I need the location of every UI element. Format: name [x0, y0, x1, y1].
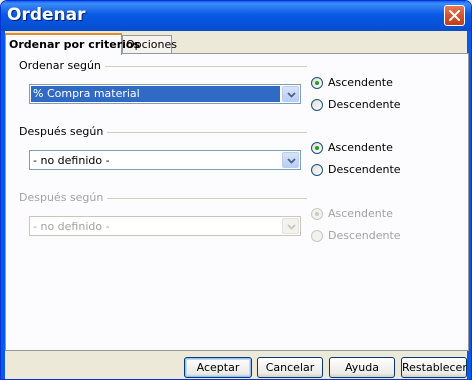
chevron-down-icon — [287, 224, 296, 230]
tab-panel-criteria: Ordenar según % Compra material Ascenden… — [5, 53, 469, 351]
button-label: Ayuda — [345, 361, 379, 374]
radio-label: Ascendente — [328, 76, 393, 89]
radio-circle — [311, 99, 323, 111]
sort-key-1-dropdown[interactable]: % Compra material — [29, 84, 301, 104]
cancel-button[interactable]: Cancelar — [257, 357, 323, 378]
button-label: Cancelar — [265, 361, 315, 374]
button-label: Aceptar — [196, 361, 240, 374]
button-label: Restablecer — [402, 361, 467, 374]
sort-key-2-dropdown[interactable]: - no definido - — [29, 150, 301, 170]
accept-button[interactable]: Aceptar — [184, 357, 252, 378]
sort-dialog: Ordenar Ordenar por criterios Opciones O… — [0, 0, 472, 380]
chevron-down-icon — [287, 92, 296, 98]
radio-label: Ascendente — [328, 141, 393, 154]
section-label-then-by-disabled: Después según — [19, 191, 108, 204]
radio-label: Descendente — [328, 163, 401, 176]
title-bar[interactable]: Ordenar — [1, 1, 471, 31]
reset-button[interactable]: Restablecer — [401, 357, 467, 378]
dropdown-value: - no definido - — [33, 154, 110, 167]
chevron-down-icon — [287, 158, 296, 164]
tab-label: Ordenar por criterios — [9, 38, 141, 51]
radio-label: Descendente — [328, 229, 401, 242]
radio-label: Ascendente — [328, 207, 393, 220]
dropdown-value: % Compra material — [31, 86, 280, 102]
radio-circle — [311, 208, 323, 220]
close-icon — [449, 10, 460, 21]
dropdown-value: - no definido - — [33, 220, 110, 233]
section-label-then-by: Después según — [19, 125, 108, 138]
window-title: Ordenar — [7, 5, 86, 25]
dropdown-arrow[interactable] — [282, 86, 299, 102]
radio-circle — [311, 77, 323, 89]
dropdown-arrow — [282, 218, 299, 234]
radio-circle — [311, 142, 323, 154]
section-label-sort-by: Ordenar según — [19, 59, 105, 72]
tab-ordenar-por-criterios[interactable]: Ordenar por criterios — [5, 33, 140, 55]
help-button[interactable]: Ayuda — [329, 357, 395, 378]
radio-circle — [311, 230, 323, 242]
radio-circle — [311, 164, 323, 176]
dropdown-arrow[interactable] — [282, 152, 299, 168]
sort-key-3-dropdown: - no definido - — [29, 216, 301, 236]
radio-label: Descendente — [328, 98, 401, 111]
close-button[interactable] — [444, 5, 465, 26]
